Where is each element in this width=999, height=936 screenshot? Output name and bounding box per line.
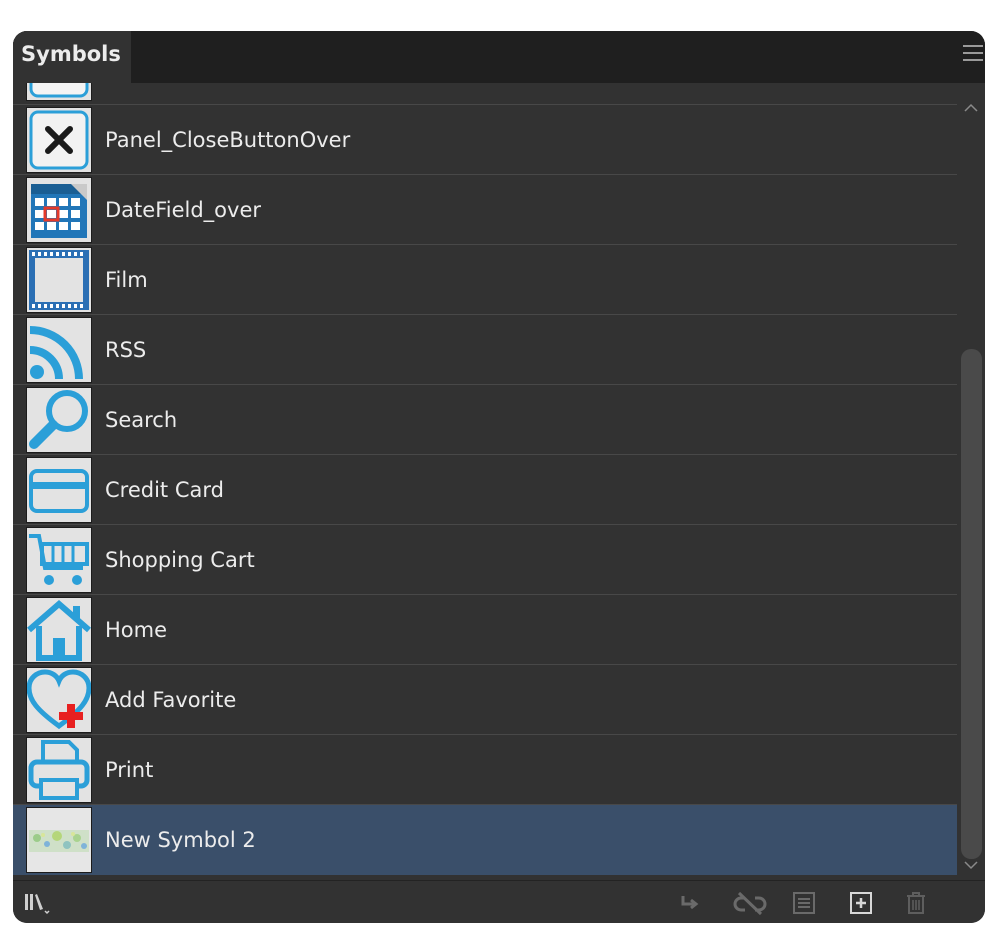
scrollbar-thumb[interactable]: [961, 349, 982, 859]
home-icon: [26, 597, 92, 663]
rss-icon: [26, 317, 92, 383]
scrollbar[interactable]: [959, 83, 985, 880]
shopping-cart-icon: [26, 527, 92, 593]
delete-symbol-icon[interactable]: [903, 890, 929, 916]
symbol-name: RSS: [105, 338, 147, 362]
search-icon: [26, 387, 92, 453]
symbols-panel: Symbols Panel_CloseButtonOver DateField_…: [13, 31, 985, 923]
symbol-name: Shopping Cart: [105, 548, 255, 572]
symbol-name: DateField_over: [105, 198, 261, 222]
symbol-options-icon[interactable]: [791, 890, 817, 916]
list-item[interactable]: Print: [13, 735, 957, 805]
list-item[interactable]: Home: [13, 595, 957, 665]
panel-footer: [13, 880, 985, 923]
tab-symbols[interactable]: Symbols: [13, 31, 131, 83]
scroll-up-icon[interactable]: [963, 101, 979, 115]
scroll-down-icon[interactable]: [963, 858, 979, 872]
new-symbol-icon[interactable]: [848, 890, 874, 916]
symbol-name: Add Favorite: [105, 688, 237, 712]
list-item[interactable]: DateField_over: [13, 175, 957, 245]
symbol-name: New Symbol 2: [105, 828, 256, 852]
list-item[interactable]: Film: [13, 245, 957, 315]
symbol-name: Print: [105, 758, 154, 782]
symbol-libraries-icon[interactable]: [23, 890, 59, 916]
symbol-name: Film: [105, 268, 148, 292]
panel-menu-icon[interactable]: [963, 45, 985, 67]
list-item[interactable]: Panel_CloseButtonOver: [13, 105, 957, 175]
calendar-icon: [26, 177, 92, 243]
panel-header: Symbols: [13, 31, 985, 83]
symbol-thumbnail: [26, 83, 92, 101]
film-icon: [26, 247, 92, 313]
symbol-name: Panel_CloseButtonOver: [105, 128, 351, 152]
list-item[interactable]: Shopping Cart: [13, 525, 957, 595]
symbol-name: Search: [105, 408, 178, 432]
list-item[interactable]: Add Favorite: [13, 665, 957, 735]
list-item[interactable]: [13, 83, 957, 105]
list-item[interactable]: RSS: [13, 315, 957, 385]
list-item[interactable]: Credit Card: [13, 455, 957, 525]
list-item[interactable]: Search: [13, 385, 957, 455]
break-link-icon[interactable]: [733, 890, 767, 916]
symbol-name: Credit Card: [105, 478, 224, 502]
printer-icon: [26, 737, 92, 803]
list-item-selected[interactable]: New Symbol 2: [13, 805, 957, 875]
pattern-thumbnail: [26, 807, 92, 873]
add-favorite-icon: [26, 667, 92, 733]
place-symbol-icon[interactable]: [677, 890, 703, 916]
symbols-list: Panel_CloseButtonOver DateField_over Fil…: [13, 83, 957, 880]
close-x-icon: [26, 107, 92, 173]
credit-card-icon: [26, 457, 92, 523]
symbol-name: Home: [105, 618, 168, 642]
